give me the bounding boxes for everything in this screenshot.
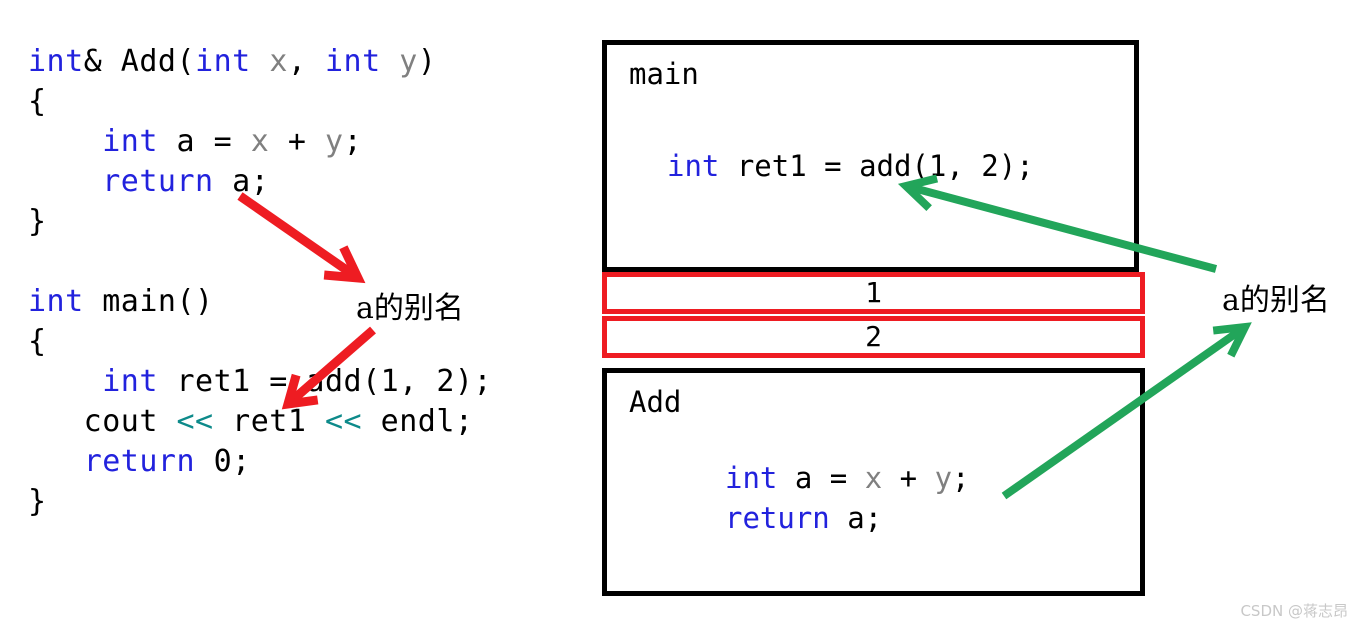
code-token: ret1 = add(1, 2);	[719, 149, 1034, 183]
annotation-label-right: a的别名	[1222, 283, 1330, 318]
code-token: a =	[777, 461, 865, 495]
code-token: a;	[829, 501, 883, 535]
call-stack-diagram: main int ret1 = add(1, 2); 1 2 Add int a…	[0, 0, 1362, 627]
stack-frame-add-code-line-1: int a = x + y;	[725, 461, 970, 495]
stack-cell-param-1-value: 1	[865, 276, 882, 309]
stack-frame-main-title: main	[629, 57, 699, 91]
stack-cell-param-2: 2	[602, 316, 1145, 358]
stack-frame-add: Add int a = x + y; return a;	[602, 368, 1145, 596]
csdn-watermark: CSDN @蒋志昂	[1240, 602, 1348, 620]
code-token: int	[725, 461, 778, 495]
stack-frame-main-code: int ret1 = add(1, 2);	[667, 149, 1034, 183]
code-token: int	[667, 149, 720, 183]
stack-frame-add-code-line-2: return a;	[725, 501, 882, 535]
code-token: x	[864, 461, 883, 495]
stack-cell-param-1: 1	[602, 272, 1145, 314]
code-token: return	[725, 501, 830, 535]
code-token: y	[934, 461, 953, 495]
stack-frame-main: main int ret1 = add(1, 2);	[602, 40, 1139, 272]
code-token: ;	[952, 461, 970, 495]
annotation-label-left: a的别名	[356, 291, 464, 326]
stack-frame-add-title: Add	[629, 385, 682, 419]
code-token: +	[882, 461, 935, 495]
stack-cell-param-2-value: 2	[865, 320, 882, 353]
